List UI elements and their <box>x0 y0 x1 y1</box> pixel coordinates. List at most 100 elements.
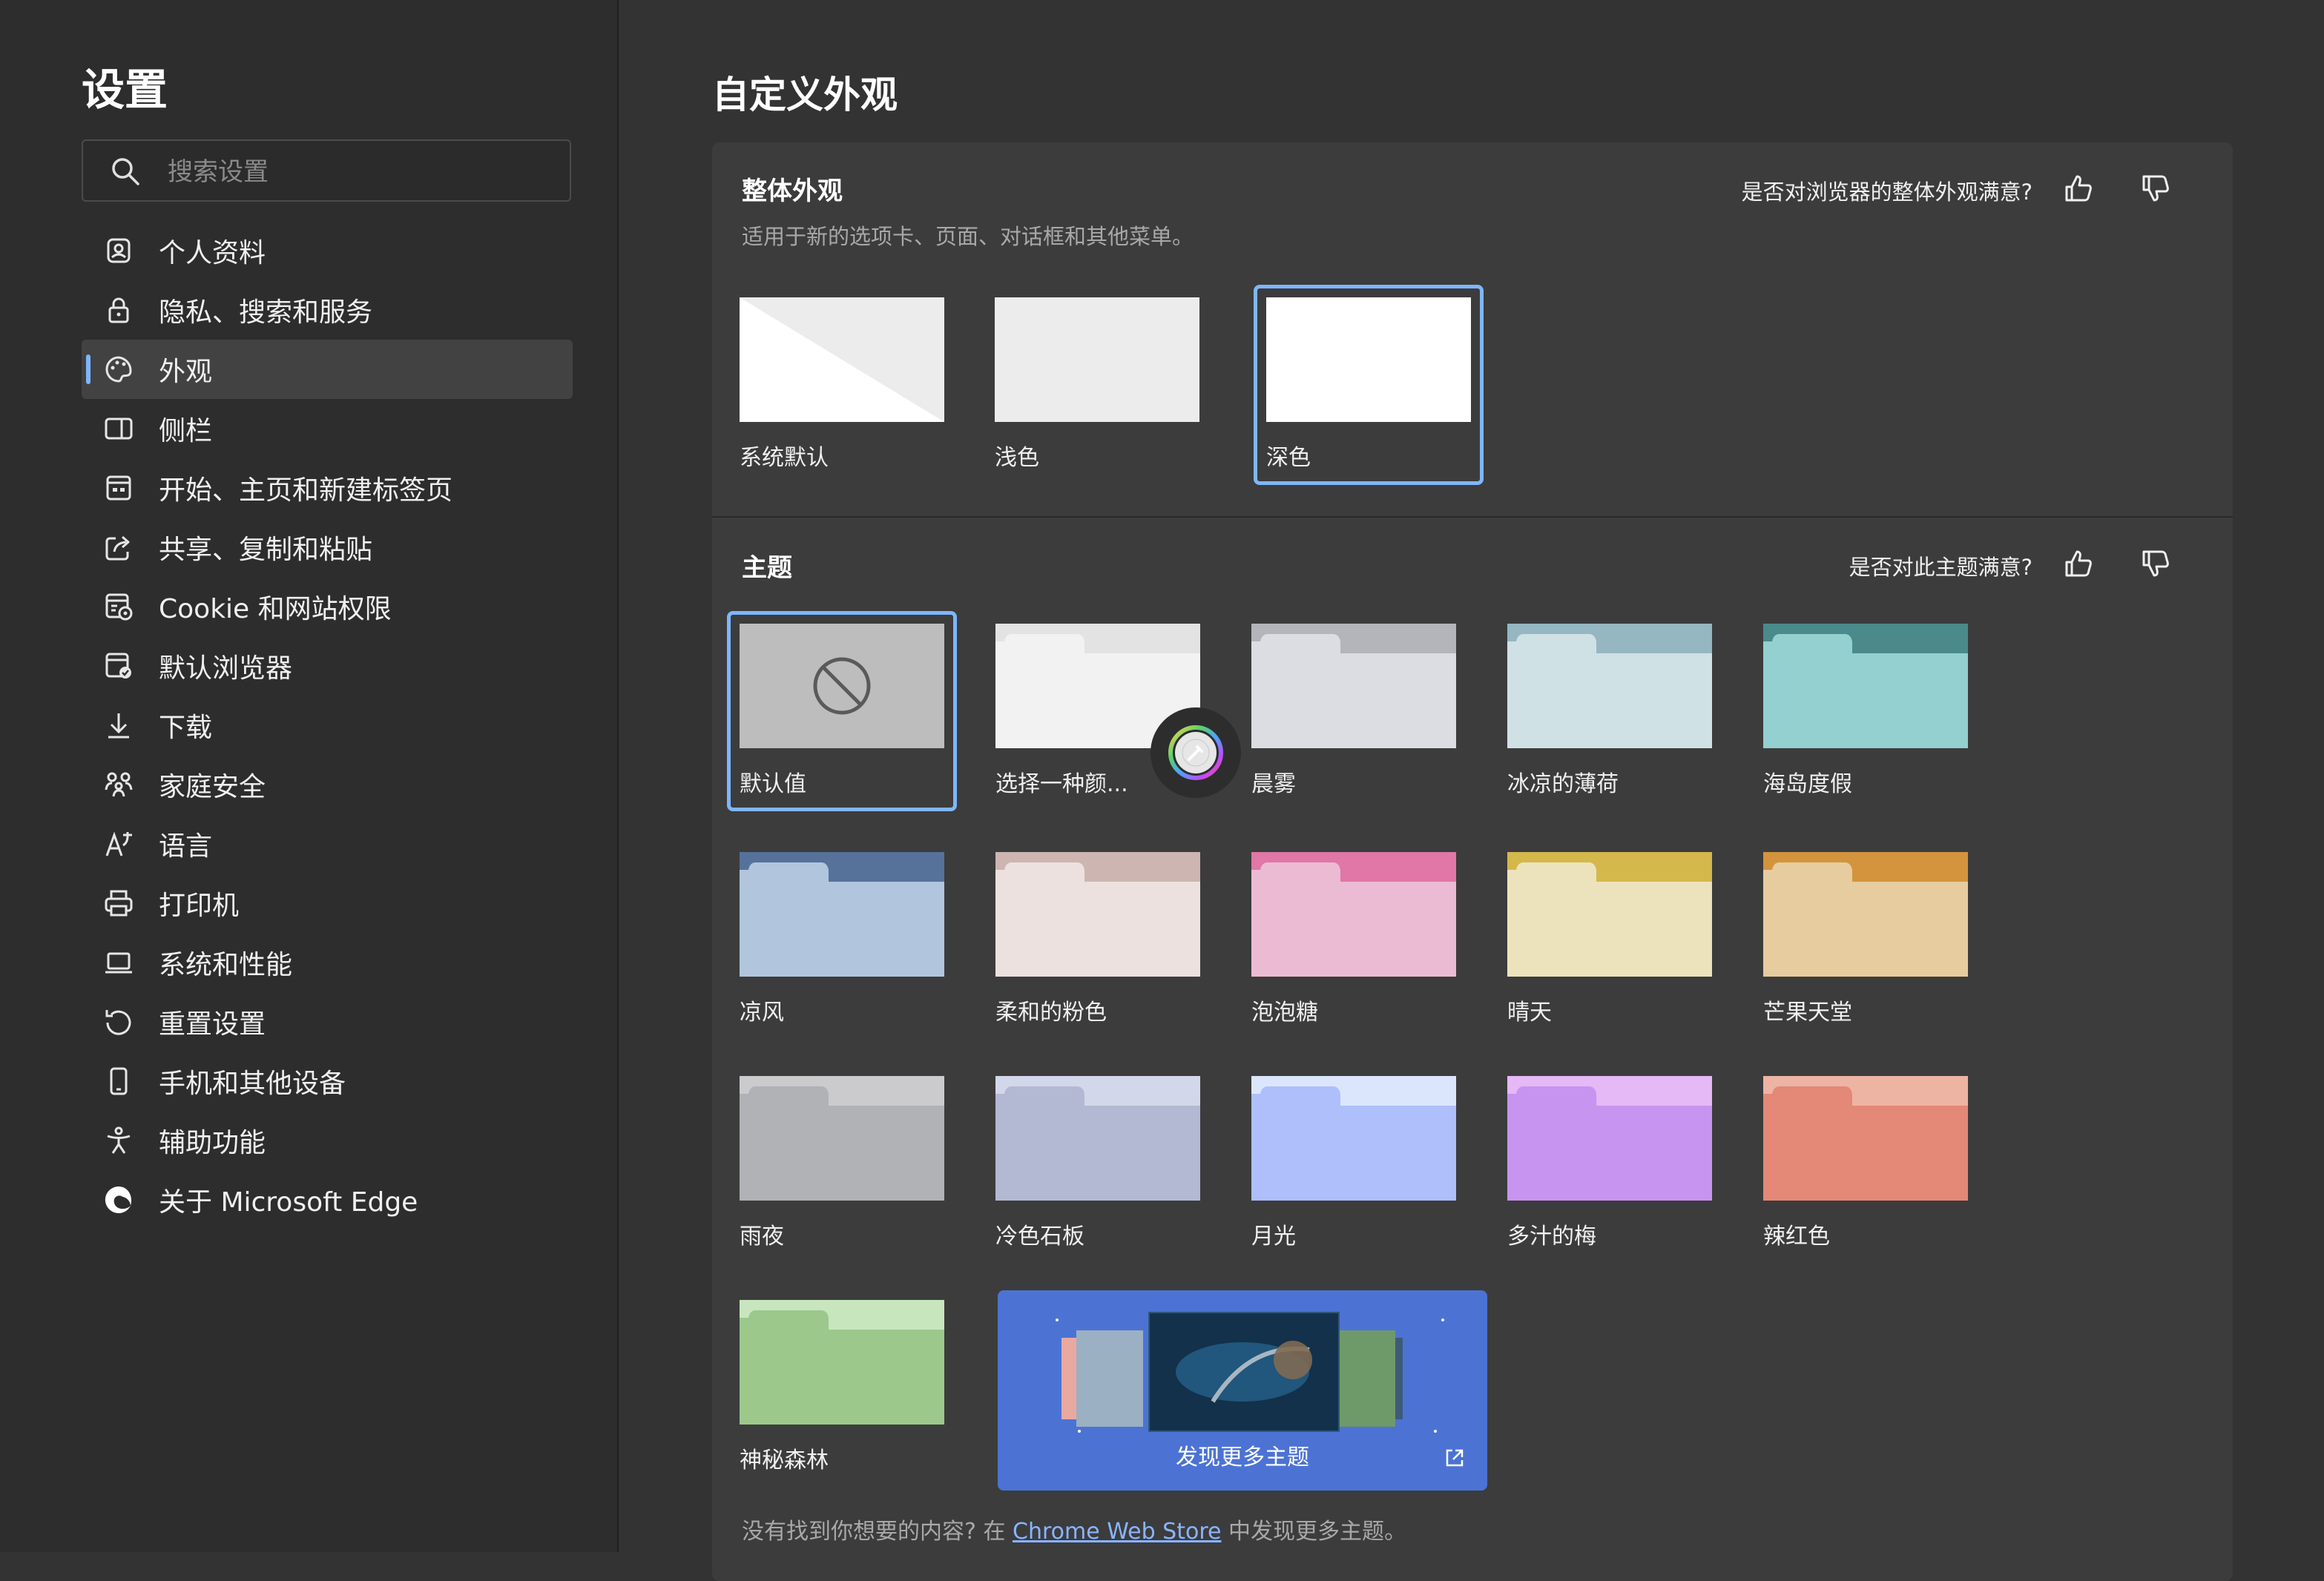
sidebar-item-system[interactable]: 系统和性能 <box>82 933 573 992</box>
theme-label: 海岛度假 <box>1763 771 1852 797</box>
sidebar-item-label: 个人资料 <box>159 238 266 268</box>
appearance-option-label: 浅色 <box>995 445 1039 471</box>
appearance-option-system[interactable]: 系统默认 <box>727 285 957 485</box>
folder-preview <box>1507 1076 1712 1201</box>
theme-tile[interactable]: 柔和的粉色 <box>983 839 1213 1040</box>
sidebar-item-appearance[interactable]: 外观 <box>82 340 573 399</box>
theme-feedback-question: 是否对此主题满意? <box>1849 555 2032 580</box>
sidebar-item-profile[interactable]: 个人资料 <box>82 221 573 280</box>
appearance-option-dark[interactable]: 深色 <box>1254 285 1484 485</box>
theme-label: 晴天 <box>1507 1000 1552 1026</box>
palette-icon <box>105 356 132 383</box>
theme-tile[interactable]: 晴天 <box>1495 839 1725 1040</box>
theme-tile[interactable]: 辣红色 <box>1751 1063 1981 1264</box>
default-theme-preview <box>740 624 944 748</box>
laptop-icon <box>105 952 132 974</box>
thumbs-down-icon[interactable] <box>2138 546 2173 581</box>
thumbs-down-icon[interactable] <box>2138 171 2173 206</box>
appearance-option-light[interactable]: 浅色 <box>982 285 1212 485</box>
theme-tile[interactable]: 神秘森林 <box>727 1287 957 1488</box>
theme-label: 冷色石板 <box>995 1224 1084 1250</box>
search-box[interactable] <box>82 139 571 202</box>
sidebar-item-label: 语言 <box>159 831 213 862</box>
home-icon <box>106 475 131 501</box>
sidebar-item-printers[interactable]: 打印机 <box>82 874 573 933</box>
lock-icon <box>108 297 129 323</box>
sidebar-item-accessibility[interactable]: 辅助功能 <box>82 1111 573 1170</box>
sidebar-item-reset[interactable]: 重置设置 <box>82 992 573 1052</box>
share-icon <box>105 535 130 561</box>
sidebar-item-default-browser[interactable]: 默认浏览器 <box>82 636 573 696</box>
sidebar-item-share[interactable]: 共享、复制和粘贴 <box>82 518 573 577</box>
thumbs-up-icon[interactable] <box>2061 171 2096 206</box>
theme-tile[interactable]: 多汁的梅 <box>1495 1063 1725 1264</box>
theme-tile[interactable]: 冰凉的薄荷 <box>1495 611 1725 811</box>
themes-footer-note: 没有找到你想要的内容? 在 Chrome Web Store 中发现更多主题。 <box>742 1513 1406 1545</box>
sidebar-item-sidebar[interactable]: 侧栏 <box>82 399 573 458</box>
printer-icon <box>105 890 133 917</box>
folder-preview <box>1507 852 1712 977</box>
page-title: 自定义外观 <box>712 73 898 116</box>
theme-tile[interactable]: 晨雾 <box>1239 611 1469 811</box>
theme-label: 默认值 <box>740 771 806 797</box>
sidebar-item-label: 手机和其他设备 <box>159 1069 346 1099</box>
sidebar-item-label: 系统和性能 <box>159 950 293 980</box>
footer-suffix: 中发现更多主题。 <box>1228 1519 1407 1545</box>
theme-tile[interactable]: 默认值 <box>727 611 957 811</box>
footer-prefix: 没有找到你想要的内容? 在 <box>742 1519 1006 1545</box>
theme-tile[interactable]: 选择一种颜... <box>983 611 1241 811</box>
theme-tile[interactable]: 月光 <box>1239 1063 1469 1264</box>
sidebar-item-label: 重置设置 <box>159 1009 266 1040</box>
theme-tile[interactable]: 泡泡糖 <box>1239 839 1469 1040</box>
sidebar-item-family[interactable]: 家庭安全 <box>82 755 573 814</box>
discover-themes-label: 发现更多主题 <box>1176 1445 1309 1471</box>
sidebar-item-label: Cookie 和网站权限 <box>159 594 392 624</box>
sidebar-item-label: 关于 Microsoft Edge <box>159 1187 418 1218</box>
folder-preview <box>1251 1076 1456 1201</box>
sidebar-item-label: 开始、主页和新建标签页 <box>159 475 453 506</box>
sidebar-item-cookies[interactable]: Cookie 和网站权限 <box>82 577 573 636</box>
sidebar-item-label: 辅助功能 <box>159 1128 266 1158</box>
accessibility-icon <box>107 1126 131 1154</box>
sidebar-title: 设置 <box>82 65 168 115</box>
theme-tile[interactable]: 雨夜 <box>727 1063 957 1264</box>
theme-label: 晨雾 <box>1251 771 1296 797</box>
theme-tile[interactable]: 海岛度假 <box>1751 611 1981 811</box>
theme-tile[interactable]: 芒果天堂 <box>1751 839 1981 1040</box>
folder-preview <box>1251 624 1456 748</box>
folder-preview <box>740 1076 944 1201</box>
sidebar-item-privacy[interactable]: 隐私、搜索和服务 <box>82 280 573 340</box>
phone-icon <box>110 1067 128 1095</box>
appearance-card: 整体外观 适用于新的选项卡、页面、对话框和其他菜单。 是否对浏览器的整体外观满意… <box>712 142 2233 1581</box>
dark-preview <box>1266 297 1471 422</box>
appearance-option-label: 深色 <box>1266 445 1311 471</box>
theme-label: 泡泡糖 <box>1251 1000 1318 1026</box>
sidebar-item-phone[interactable]: 手机和其他设备 <box>82 1052 573 1111</box>
discover-themes-button[interactable]: 发现更多主题 <box>998 1290 1487 1491</box>
profile-icon <box>107 238 131 263</box>
sidebar-icon <box>105 417 133 440</box>
search-icon <box>112 158 139 185</box>
cookie-icon <box>105 593 133 621</box>
color-picker-icon <box>1151 707 1241 798</box>
chrome-web-store-link[interactable]: Chrome Web Store <box>1013 1519 1221 1545</box>
sidebar-item-label: 外观 <box>159 357 213 387</box>
sidebar-item-about[interactable]: 关于 Microsoft Edge <box>82 1170 573 1230</box>
sidebar-item-downloads[interactable]: 下载 <box>82 696 573 755</box>
sidebar-item-languages[interactable]: 语言 <box>82 814 573 874</box>
theme-tile[interactable]: 凉风 <box>727 839 957 1040</box>
settings-nav: 个人资料 隐私、搜索和服务 外观 侧栏 开始、主页和新建标签页 共享、复制和粘贴… <box>82 221 573 1230</box>
folder-preview <box>1763 852 1968 977</box>
thumbs-up-icon[interactable] <box>2061 546 2096 581</box>
overall-feedback-question: 是否对浏览器的整体外观满意? <box>1741 179 2032 205</box>
sidebar-item-start-home[interactable]: 开始、主页和新建标签页 <box>82 458 573 518</box>
theme-label: 凉风 <box>740 1000 784 1026</box>
folder-preview <box>995 852 1200 977</box>
download-icon <box>108 713 129 739</box>
search-input[interactable] <box>166 151 555 193</box>
system-default-preview <box>740 297 944 422</box>
folder-preview <box>1507 624 1712 748</box>
overall-appearance-title: 整体外观 <box>742 176 843 206</box>
theme-label: 多汁的梅 <box>1507 1224 1596 1250</box>
theme-tile[interactable]: 冷色石板 <box>983 1063 1213 1264</box>
